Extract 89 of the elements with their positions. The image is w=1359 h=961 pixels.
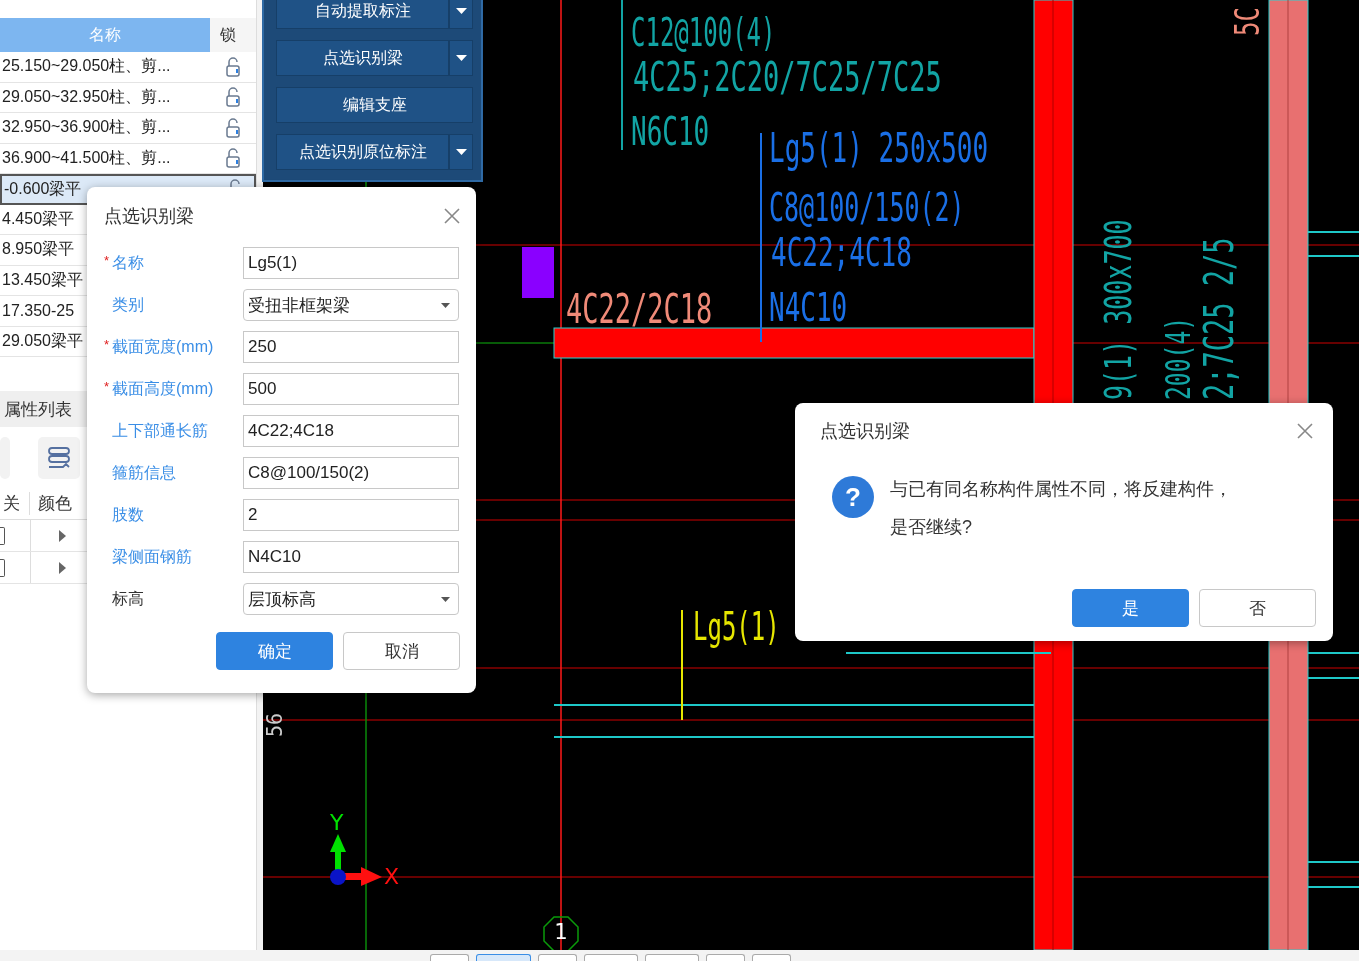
input-field[interactable]: N4C10 — [243, 541, 459, 573]
input-field[interactable]: 4C22;4C18 — [243, 415, 459, 447]
input-field[interactable]: 500 — [243, 373, 459, 405]
layer-row[interactable]: 29.050~32.950柱、剪... — [0, 82, 256, 113]
drawing-annotation: 2;7C25 2/5 — [1198, 237, 1239, 400]
layer-name: 4.450梁平 — [2, 209, 75, 227]
axis-label: Y — [330, 812, 344, 834]
drawing-annotation: 200(4) — [1161, 316, 1196, 400]
lock-icon[interactable] — [226, 148, 240, 169]
drawing-annotation: C8@100/150(2) — [769, 188, 965, 227]
drawing-annotation: Lg5(1) 250x500 — [769, 128, 989, 169]
field-label: 梁侧面钢筋 — [111, 546, 193, 567]
selection-marker — [522, 247, 554, 298]
close-icon[interactable] — [444, 208, 460, 224]
input-field[interactable]: 2 — [243, 499, 459, 531]
tool-button[interactable]: 点选识别梁 — [276, 40, 450, 76]
input-field[interactable]: Lg5(1) — [243, 247, 459, 279]
drawing-annotation: Lg5(1) — [693, 608, 780, 647]
lock-icon[interactable] — [226, 56, 240, 77]
view-tab[interactable] — [706, 954, 745, 961]
tool-button[interactable]: 自动提取标注 — [276, 0, 450, 29]
dropdown-button[interactable] — [449, 0, 473, 29]
question-icon: ? — [832, 476, 874, 518]
layers-icon — [46, 445, 72, 471]
expand-arrow-icon[interactable] — [59, 529, 66, 542]
layer-name: 32.950~36.900柱、剪... — [2, 118, 171, 136]
dropdown[interactable]: 受扭非框架梁 — [243, 289, 459, 321]
column-header: 颜色 — [37, 492, 72, 515]
field-label: * 截面宽度(mm) — [104, 336, 215, 357]
axis-arrows-icon — [330, 834, 382, 886]
layer-name: 8.950梁平 — [2, 240, 75, 258]
dialog-message: 与已有同名称构件属性不同，将反建构件，是否继续? — [890, 478, 1233, 539]
input-field[interactable]: C8@100/150(2) — [243, 457, 459, 489]
axis-label: X — [384, 866, 400, 888]
no-button[interactable]: 否 — [1199, 589, 1316, 627]
layer-name: 13.450梁平 — [2, 270, 83, 288]
drawing-annotation: 5C — [1231, 7, 1265, 36]
layer-name: 29.050梁平 — [2, 331, 83, 349]
layer-name: -0.600梁平 — [4, 179, 82, 197]
layer-name: 29.050~32.950柱、剪... — [2, 87, 171, 105]
view-tab[interactable] — [476, 954, 531, 961]
field-label: * 名称 — [104, 252, 145, 273]
drawing-annotation: 4C25;2C20/7C25/7C25 — [633, 56, 942, 97]
caret-icon — [441, 596, 450, 602]
close-icon[interactable] — [1297, 423, 1313, 439]
caret-icon — [455, 149, 467, 155]
field-label: 标高 — [111, 588, 145, 609]
toolbar-button[interactable] — [38, 437, 80, 479]
lock-icon[interactable] — [226, 117, 240, 138]
confirm-button[interactable]: 确定 — [216, 632, 333, 670]
drawing-annotation: C12@100(4) — [631, 14, 776, 53]
checkbox[interactable] — [0, 558, 5, 577]
drawing-annotation: 4C22;4C18 — [771, 233, 912, 272]
tool-button[interactable]: 点选识别原位标注 — [276, 134, 450, 170]
view-tab[interactable] — [430, 954, 469, 961]
drawing-annotation: N4C10 — [769, 288, 848, 327]
layer-name: 36.900~41.500柱、剪... — [2, 148, 171, 166]
drawing-annotation: 9(1) 300x700 — [1099, 219, 1137, 400]
input-field[interactable]: 250 — [243, 331, 459, 363]
dropdown-button[interactable] — [449, 40, 473, 76]
cancel-button[interactable]: 取消 — [343, 632, 460, 670]
checkbox[interactable] — [0, 526, 5, 545]
caret-icon — [455, 8, 467, 14]
field-label: 类别 — [111, 294, 145, 315]
layer-name: 17.350-25 — [2, 301, 75, 319]
dialog-title: 点选识别梁 — [820, 420, 910, 443]
dropdown[interactable]: 层顶标高 — [243, 583, 459, 615]
view-tab[interactable] — [538, 954, 577, 961]
caret-icon — [441, 302, 450, 308]
caret-icon — [455, 55, 467, 61]
dropdown-button[interactable] — [449, 134, 473, 170]
column-header[interactable]: 锁 — [210, 18, 256, 52]
expand-arrow-icon[interactable] — [59, 561, 66, 574]
view-tab[interactable] — [645, 954, 699, 961]
view-tab[interactable] — [752, 954, 791, 961]
yes-button[interactable]: 是 — [1072, 589, 1189, 627]
layer-row[interactable]: 32.950~36.900柱、剪... — [0, 113, 256, 144]
tool-button[interactable]: 编辑支座 — [276, 87, 473, 123]
column-header: 关 — [0, 491, 30, 515]
drawing-annotation: 4C22/2C18 — [566, 288, 713, 329]
drawing-annotation: 56 — [263, 712, 285, 737]
field-label: 箍筋信息 — [111, 462, 177, 483]
view-tab[interactable] — [584, 954, 638, 961]
layer-name: 25.150~29.050柱、剪... — [2, 57, 171, 75]
layer-row[interactable]: 25.150~29.050柱、剪... — [0, 52, 256, 83]
field-label: 肢数 — [111, 504, 145, 525]
drawing-annotation: N6C10 — [631, 112, 710, 151]
dialog-title: 点选识别梁 — [104, 205, 194, 228]
lock-icon[interactable] — [226, 87, 240, 108]
